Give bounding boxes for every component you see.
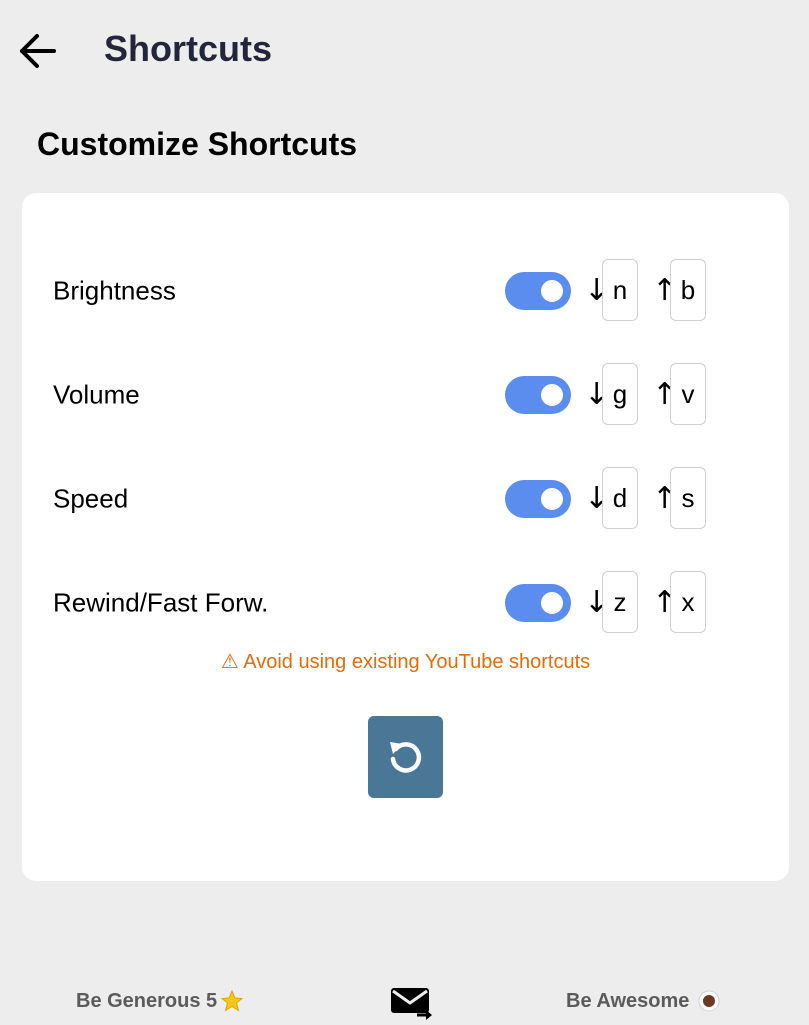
toggle-knob xyxy=(541,280,563,302)
be-generous-label: Be Generous 5 xyxy=(76,989,218,1012)
shortcuts-card: Brightness ↓ n ↑ b Volume ↓ g ↑ v Speed … xyxy=(22,193,789,881)
reset-button[interactable] xyxy=(368,716,443,798)
shortcut-label: Speed xyxy=(53,483,129,514)
shortcut-label: Volume xyxy=(53,379,140,410)
reset-icon xyxy=(389,742,421,773)
shortcut-row-volume: Volume ↓ g ↑ v xyxy=(22,363,789,427)
rewind-up-key-input[interactable]: x xyxy=(670,571,706,633)
brightness-up-key-input[interactable]: b xyxy=(670,259,706,321)
shortcut-label: Brightness xyxy=(53,275,176,306)
be-awesome-link[interactable]: Be Awesome xyxy=(566,989,721,1013)
speed-toggle[interactable] xyxy=(505,480,571,518)
coffee-icon xyxy=(698,990,720,1012)
warning-message: ⚠ Avoid using existing YouTube shortcuts xyxy=(220,651,591,673)
header: Shortcuts xyxy=(0,0,809,100)
shortcut-label: Rewind/Fast Forw. xyxy=(53,587,269,618)
back-button[interactable] xyxy=(14,28,60,74)
brightness-down-key-input[interactable]: n xyxy=(602,259,638,321)
rewind-toggle[interactable] xyxy=(505,584,571,622)
star-icon xyxy=(220,989,244,1012)
footer: Be Generous 5 Be Awesome xyxy=(0,970,809,1024)
toggle-knob xyxy=(541,384,563,406)
speed-down-key-input[interactable]: d xyxy=(602,467,638,529)
mail-forward-icon xyxy=(391,988,432,1020)
rewind-down-key-input[interactable]: z xyxy=(602,571,638,633)
volume-toggle[interactable] xyxy=(505,376,571,414)
shortcut-row-speed: Speed ↓ d ↑ s xyxy=(22,467,789,531)
toggle-knob xyxy=(541,592,563,614)
toggle-knob xyxy=(541,488,563,510)
be-generous-link[interactable]: Be Generous 5 xyxy=(76,989,244,1013)
brightness-toggle[interactable] xyxy=(505,272,571,310)
shortcut-row-brightness: Brightness ↓ n ↑ b xyxy=(22,259,789,323)
arrow-left-icon xyxy=(20,34,56,68)
shortcut-row-rewind: Rewind/Fast Forw. ↓ z ↑ x xyxy=(22,571,789,635)
section-title: Customize Shortcuts xyxy=(37,126,358,162)
volume-up-key-input[interactable]: v xyxy=(670,363,706,425)
speed-up-key-input[interactable]: s xyxy=(670,467,706,529)
mail-share-button[interactable] xyxy=(390,984,432,1020)
be-awesome-label: Be Awesome xyxy=(566,989,690,1012)
page-title: Shortcuts xyxy=(104,28,273,69)
volume-down-key-input[interactable]: g xyxy=(602,363,638,425)
